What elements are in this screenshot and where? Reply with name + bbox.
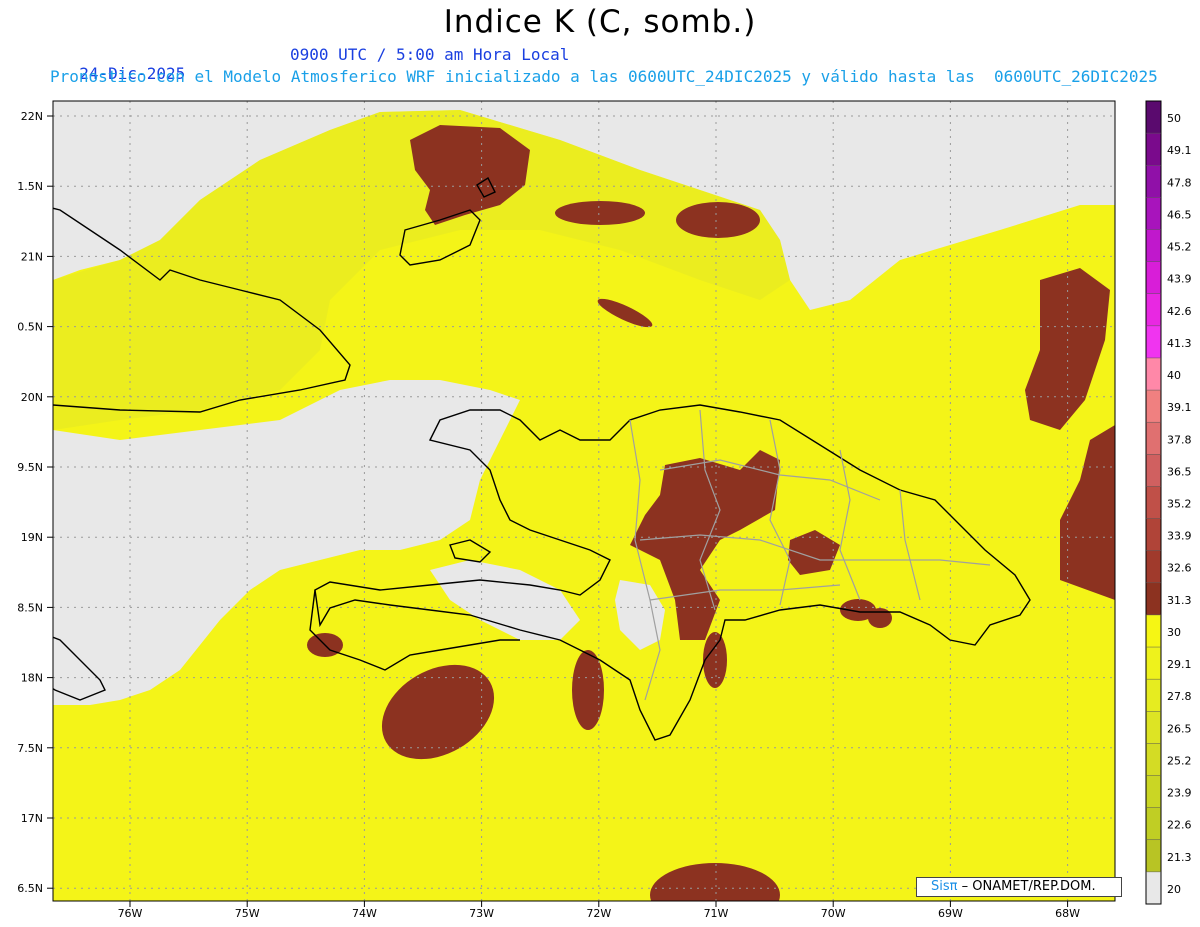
colorbar-label: 41.3 — [1167, 337, 1192, 350]
lon-tick-label: 73W — [469, 907, 494, 920]
lat-tick-label: 20N — [21, 391, 43, 404]
colorbar-label: 26.5 — [1167, 722, 1192, 735]
colorbar-label: 47.8 — [1167, 176, 1192, 189]
colorbar-swatch — [1146, 518, 1161, 552]
lon-tick-label: 74W — [352, 907, 377, 920]
lat-tick-label: 17N — [21, 812, 43, 825]
credit-brand: Sisπ — [931, 879, 958, 894]
colorbar-label: 31.3 — [1167, 594, 1192, 607]
colorbar-label: 27.8 — [1167, 690, 1192, 703]
lon-tick-label: 69W — [938, 907, 963, 920]
colorbar-swatch — [1146, 422, 1161, 455]
lat-tick-label: 9.5N — [17, 461, 43, 474]
colorbar-label: 40 — [1167, 369, 1181, 382]
colorbar-swatch — [1146, 679, 1161, 712]
colorbar-label: 37.8 — [1167, 433, 1192, 446]
lon-tick-label: 72W — [586, 907, 611, 920]
colorbar-swatch — [1146, 743, 1161, 777]
lat-tick-label: 22N — [21, 110, 43, 123]
colorbar-label: 30 — [1167, 626, 1181, 639]
colorbar-swatch — [1146, 357, 1161, 391]
colorbar-label: 46.5 — [1167, 208, 1192, 221]
colorbar-label: 35.2 — [1167, 498, 1192, 511]
colorbar-swatch — [1146, 839, 1161, 873]
lat-tick-label: 6.5N — [17, 882, 43, 895]
lat-tick-label: 0.5N — [17, 321, 43, 334]
colorbar: 50 49.1 47.8 46.5 45.2 43.9 42.6 41.3 40 39.1 37.8… — [1145, 100, 1192, 905]
lon-tick-label: 68W — [1055, 907, 1080, 920]
colorbar-swatch — [1146, 165, 1161, 198]
colorbar-label: 42.6 — [1167, 305, 1192, 318]
colorbar-label: 20 — [1167, 883, 1181, 896]
colorbar-swatch — [1146, 582, 1161, 616]
colorbar-swatch — [1146, 325, 1161, 359]
colorbar-label: 32.6 — [1167, 562, 1192, 575]
lat-tick-label: 19N — [21, 531, 43, 544]
high-k-offshore-2 — [676, 202, 760, 238]
colorbar-label: 43.9 — [1167, 273, 1192, 286]
colorbar-swatch — [1146, 101, 1161, 134]
colorbar-label: 23.9 — [1167, 787, 1192, 800]
colorbar-label: 33.9 — [1167, 530, 1192, 543]
colorbar-swatch — [1146, 614, 1161, 648]
lat-tick-label: 8.5N — [17, 601, 43, 614]
colorbar-swatch — [1146, 486, 1161, 520]
colorbar-label: 36.5 — [1167, 465, 1192, 478]
colorbar-swatch — [1146, 229, 1161, 263]
lon-tick-label: 76W — [118, 907, 143, 920]
colorbar-label: 25.2 — [1167, 754, 1192, 767]
colorbar-swatch — [1146, 133, 1161, 166]
colorbar-swatch — [1146, 550, 1161, 584]
lat-tick-label: 7.5N — [17, 742, 43, 755]
high-k-southeast-2 — [868, 608, 892, 628]
colorbar-swatch — [1146, 711, 1161, 744]
colorbar-swatch — [1146, 197, 1161, 230]
colorbar-swatch — [1146, 871, 1161, 905]
lat-tick-label: 18N — [21, 672, 43, 685]
lat-tick-label: 21N — [21, 250, 43, 263]
colorbar-label: 45.2 — [1167, 241, 1192, 254]
colorbar-label: 21.3 — [1167, 851, 1192, 864]
lon-tick-label: 75W — [235, 907, 260, 920]
k-index-map: 22N 1.5N 21N 0.5N 20N 9.5N 19N 8.5N 18N 7.5N 17N 6.… — [17, 100, 1192, 920]
colorbar-label: 49.1 — [1167, 144, 1192, 157]
colorbar-label: 22.6 — [1167, 819, 1192, 832]
colorbar-swatch — [1146, 454, 1161, 487]
high-k-offshore-1 — [555, 201, 645, 225]
colorbar-label: 50 — [1167, 112, 1181, 125]
colorbar-swatch — [1146, 807, 1161, 841]
credit-text: – ONAMET/REP.DOM. — [957, 879, 1096, 894]
lat-tick-label: 1.5N — [17, 180, 43, 193]
lon-tick-label: 70W — [821, 907, 846, 920]
colorbar-swatch — [1146, 293, 1161, 327]
colorbar-label: 29.1 — [1167, 658, 1192, 671]
colorbar-swatch — [1146, 647, 1161, 680]
longitude-axis: 76W 75W 74W 73W 72W 71W 70W 69W 68W — [118, 901, 1080, 920]
latitude-axis: 22N 1.5N 21N 0.5N 20N 9.5N 19N 8.5N 18N 7.5N 17N 6.… — [17, 110, 53, 895]
map-plot-area — [53, 101, 1115, 901]
colorbar-swatch — [1146, 261, 1161, 295]
colorbar-swatch — [1146, 775, 1161, 809]
high-k-south-coast — [703, 632, 727, 688]
colorbar-label: 39.1 — [1167, 401, 1192, 414]
colorbar-swatch — [1146, 390, 1161, 423]
credit-box: Sisπ – ONAMET/REP.DOM. — [916, 877, 1122, 897]
lon-tick-label: 71W — [704, 907, 729, 920]
